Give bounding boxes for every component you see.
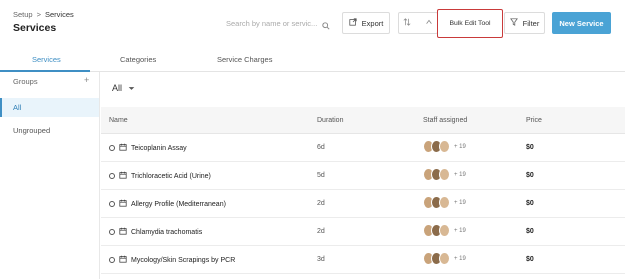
staff-more-count: + 19 (454, 255, 466, 262)
column-header-duration[interactable]: Duration (317, 117, 343, 124)
table-row[interactable]: Mycology/Skin Scrapings by PCR 3d + 19 $… (101, 246, 625, 274)
search-box[interactable] (226, 12, 334, 34)
search-input[interactable] (226, 18, 318, 28)
sidebar-item-all[interactable]: All (0, 98, 99, 117)
page-title: Services (13, 22, 57, 34)
filter-button[interactable]: Filter (504, 12, 545, 34)
tab-bar: Services Categories Service Charges (0, 50, 625, 72)
breadcrumb-separator: > (36, 10, 41, 19)
staff-cell: + 19 (423, 196, 466, 209)
groups-sidebar: Groups + All Ungrouped (0, 72, 100, 279)
calendar-icon (119, 171, 127, 181)
services-table: Name Duration Staff assigned Price Teico… (101, 107, 625, 274)
table-row[interactable]: Trichloracetic Acid (Urine) 5d + 19 $0 (101, 162, 625, 190)
group-filter-value: All (112, 83, 123, 93)
calendar-icon (119, 255, 127, 265)
service-name[interactable]: Allergy Profile (Mediterranean) (131, 201, 226, 208)
staff-more-count: + 19 (454, 227, 466, 234)
avatar (439, 224, 450, 237)
service-name-cell: Allergy Profile (Mediterranean) (109, 199, 226, 209)
staff-avatars (423, 196, 450, 209)
select-radio[interactable] (109, 173, 115, 179)
service-name[interactable]: Mycology/Skin Scrapings by PCR (131, 257, 235, 264)
duration-cell: 6d (317, 144, 325, 151)
calendar-icon (119, 227, 127, 237)
select-radio[interactable] (109, 229, 115, 235)
service-name-cell: Mycology/Skin Scrapings by PCR (109, 255, 235, 265)
staff-cell: + 19 (423, 252, 466, 265)
service-name-cell: Teicoplanin Assay (109, 143, 187, 153)
price-cell: $0 (526, 144, 534, 151)
sort-icon (403, 18, 411, 28)
staff-avatars (423, 224, 450, 237)
staff-cell: + 19 (423, 168, 466, 181)
duration-cell: 2d (317, 200, 325, 207)
staff-cell: + 19 (423, 140, 466, 153)
duration-cell: 5d (317, 172, 325, 179)
service-name[interactable]: Teicoplanin Assay (131, 145, 187, 152)
avatar (439, 196, 450, 209)
bulk-edit-button[interactable]: Bulk Edit Tool (437, 9, 503, 38)
filter-icon (509, 18, 518, 28)
chevron-down-icon (128, 83, 135, 93)
staff-more-count: + 19 (454, 143, 466, 150)
service-name-cell: Chlamydia trachomatis (109, 227, 202, 237)
calendar-icon (119, 199, 127, 209)
avatar (439, 252, 450, 265)
group-filter-select[interactable]: All (112, 83, 135, 93)
sidebar-item-ungrouped[interactable]: Ungrouped (0, 121, 99, 140)
staff-cell: + 19 (423, 224, 466, 237)
sidebar-item-label: Ungrouped (13, 126, 51, 135)
price-cell: $0 (526, 256, 534, 263)
price-cell: $0 (526, 200, 534, 207)
column-header-staff[interactable]: Staff assigned (423, 117, 467, 124)
select-radio[interactable] (109, 257, 115, 263)
avatar (439, 140, 450, 153)
select-radio[interactable] (109, 145, 115, 151)
breadcrumb: Setup > Services (13, 10, 74, 19)
sort-button[interactable] (398, 12, 438, 34)
export-button[interactable]: Export (342, 12, 390, 34)
price-cell: $0 (526, 228, 534, 235)
avatar (439, 168, 450, 181)
price-cell: $0 (526, 172, 534, 179)
service-name[interactable]: Trichloracetic Acid (Urine) (131, 173, 211, 180)
table-row[interactable]: Allergy Profile (Mediterranean) 2d + 19 … (101, 190, 625, 218)
table-header: Name Duration Staff assigned Price (101, 107, 625, 134)
search-icon[interactable] (322, 17, 330, 35)
service-name-cell: Trichloracetic Acid (Urine) (109, 171, 211, 181)
export-icon (349, 18, 357, 28)
column-header-name[interactable]: Name (109, 117, 128, 124)
tab-categories[interactable]: Categories (120, 55, 156, 64)
tab-service-charges[interactable]: Service Charges (217, 55, 272, 64)
export-label: Export (361, 18, 384, 28)
sidebar-item-label: All (13, 103, 22, 112)
new-service-label: New Service (559, 18, 604, 28)
breadcrumb-current: Services (45, 10, 74, 19)
table-row[interactable]: Chlamydia trachomatis 2d + 19 $0 (101, 218, 625, 246)
column-header-price[interactable]: Price (526, 117, 542, 124)
staff-more-count: + 19 (454, 199, 466, 206)
bulk-edit-label: Bulk Edit Tool (449, 20, 491, 27)
table-row[interactable]: Teicoplanin Assay 6d + 19 $0 (101, 134, 625, 162)
staff-avatars (423, 168, 450, 181)
service-name[interactable]: Chlamydia trachomatis (131, 229, 202, 236)
staff-avatars (423, 140, 450, 153)
filter-label: Filter (522, 18, 540, 28)
breadcrumb-setup[interactable]: Setup (13, 10, 33, 19)
tab-services[interactable]: Services (32, 55, 61, 64)
staff-more-count: + 19 (454, 171, 466, 178)
duration-cell: 2d (317, 228, 325, 235)
new-service-button[interactable]: New Service (552, 12, 611, 34)
staff-avatars (423, 252, 450, 265)
add-group-icon[interactable]: + (84, 75, 89, 85)
groups-heading: Groups (13, 77, 38, 86)
calendar-icon (119, 143, 127, 153)
chevron-up-icon (425, 18, 433, 28)
duration-cell: 3d (317, 256, 325, 263)
select-radio[interactable] (109, 201, 115, 207)
